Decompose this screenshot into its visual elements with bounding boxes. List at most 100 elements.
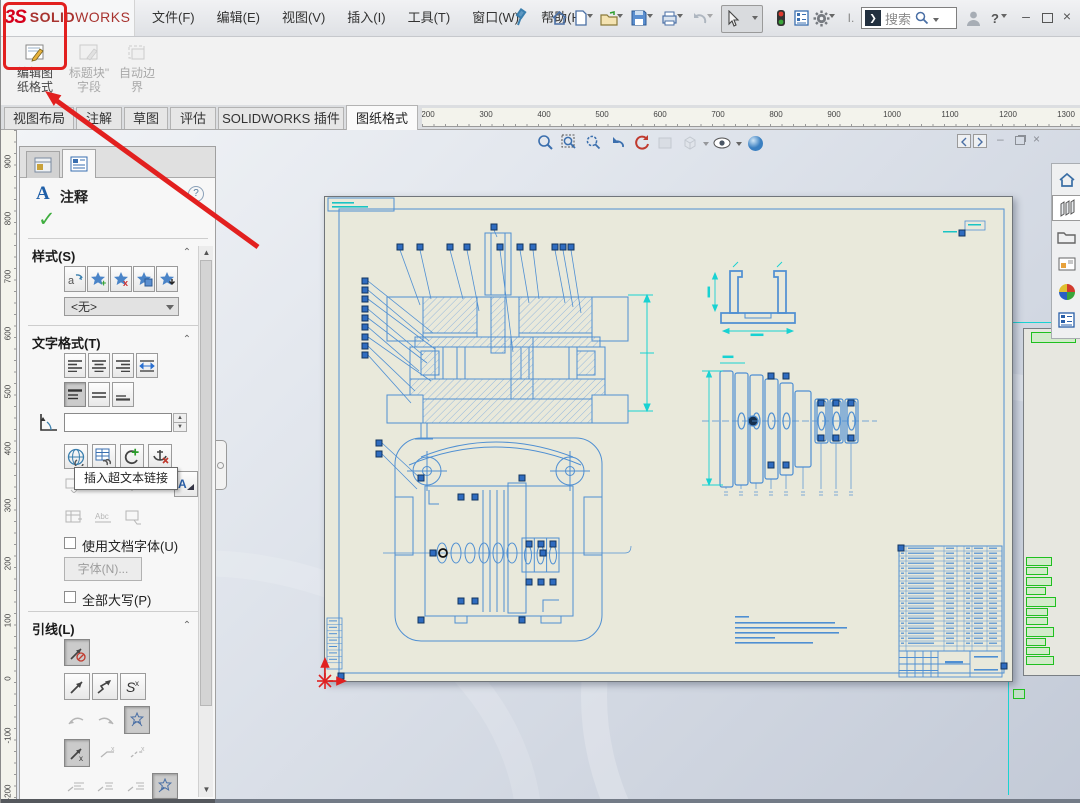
title-block-fields-button[interactable]: 标题块" 字段 [65, 42, 113, 100]
search-commands-icon[interactable]: ❯ [865, 10, 881, 26]
link-to-property-button[interactable] [92, 444, 116, 469]
leader-section-header[interactable]: 引线(L) [32, 619, 75, 638]
align-middle-button[interactable] [88, 382, 110, 407]
minimize-button[interactable]: – [1017, 8, 1035, 24]
select-dropdown[interactable] [752, 16, 758, 20]
open-document-button[interactable] [599, 7, 619, 29]
menu-item-3[interactable]: 插入(I) [336, 0, 396, 36]
leader-collapse-icon[interactable]: ⌃ [180, 620, 194, 631]
new-document-dropdown[interactable] [587, 14, 593, 18]
undo-button[interactable] [689, 7, 709, 29]
load-style-button[interactable] [156, 266, 178, 292]
doc-restore-icon[interactable] [1015, 136, 1025, 145]
leader-center-text-icon[interactable] [94, 774, 118, 798]
scrollbar-thumb[interactable] [200, 260, 212, 706]
design-library-models-icon[interactable] [1052, 195, 1080, 221]
delete-style-button[interactable]: x [110, 266, 132, 292]
straight-leader-button[interactable]: x [64, 739, 90, 767]
search-icon[interactable] [915, 11, 929, 25]
custom-properties-icon[interactable] [1053, 307, 1080, 333]
bent-leader-x-icon[interactable]: x [96, 740, 120, 764]
undo-dropdown[interactable] [707, 14, 713, 18]
hide-show-items-icon[interactable] [712, 133, 733, 154]
style-collapse-icon[interactable]: ⌃ [180, 247, 194, 258]
panel-help-icon[interactable]: ? [188, 186, 204, 202]
doc-close-icon[interactable]: × [1033, 132, 1040, 146]
save-dropdown[interactable] [647, 14, 653, 18]
tab-5[interactable]: 图纸格式 [346, 105, 418, 130]
scroll-down-icon[interactable]: ▼ [199, 783, 214, 796]
angle-spin-down[interactable]: ▼ [173, 422, 187, 432]
search-box[interactable]: ❯ 搜索 [861, 7, 957, 29]
print-button[interactable] [659, 7, 679, 29]
leader-right-text-icon[interactable] [124, 774, 148, 798]
save-style-button[interactable] [133, 266, 155, 292]
drawing-sheet[interactable] [324, 196, 1013, 682]
panel-scrollbar[interactable]: ▲ ▼ [198, 246, 213, 797]
new-document-button[interactable] [571, 7, 591, 29]
tab-2[interactable]: 草图 [124, 107, 168, 129]
menu-item-1[interactable]: 编辑(E) [206, 0, 271, 36]
feature-manager-tab[interactable] [26, 151, 60, 178]
font-button[interactable]: 字体(N)... [64, 557, 142, 581]
zoom-in-out-icon[interactable] [583, 133, 604, 154]
view-palette-icon[interactable] [1053, 251, 1080, 277]
view-orientation-dropdown[interactable] [703, 142, 709, 146]
menu-item-4[interactable]: 工具(T) [397, 0, 462, 36]
abc-spell-icon[interactable]: Abc [92, 505, 116, 529]
auto-leader-button[interactable] [124, 706, 150, 734]
maximize-button[interactable] [1042, 13, 1053, 23]
doc-next-icon[interactable] [973, 134, 987, 148]
home-tab-icon[interactable] [1053, 167, 1080, 193]
align-top-button[interactable] [64, 382, 86, 407]
format-painter-icon[interactable] [122, 505, 146, 529]
spline-leader-button[interactable]: Sx [120, 673, 146, 700]
angle-input[interactable] [64, 413, 172, 432]
tab-0[interactable]: 视图布局 [4, 107, 74, 129]
graphics-area[interactable]: 9008007006005004003002001000-100-200 – × [1, 130, 1080, 799]
section-view-icon[interactable] [655, 133, 676, 154]
all-caps-checkbox[interactable] [64, 591, 76, 603]
zoom-to-area-icon[interactable] [559, 133, 580, 154]
options-dropdown[interactable] [829, 14, 835, 18]
performance-icon[interactable] [771, 7, 791, 29]
justify-button[interactable] [136, 353, 158, 378]
align-left-button[interactable] [64, 353, 86, 378]
help-dropdown[interactable] [1001, 14, 1007, 18]
lock-anchor-button[interactable] [148, 444, 172, 469]
tab-4[interactable]: SOLIDWORKS 插件 [218, 107, 344, 129]
add-symbol-button[interactable] [120, 444, 144, 469]
property-manager-tab[interactable] [62, 149, 96, 178]
style-dropdown[interactable]: <无> [64, 297, 179, 316]
instant2d-icon[interactable]: I. [841, 7, 861, 29]
automatic-border-button[interactable]: 自动边 界 [115, 42, 159, 100]
nearest-leader-button[interactable] [152, 773, 178, 799]
appearances-icon[interactable] [1053, 279, 1080, 305]
menu-item-0[interactable]: 文件(F) [141, 0, 206, 36]
use-document-font-checkbox[interactable] [64, 537, 76, 549]
arc-leader-right-icon[interactable] [94, 708, 118, 732]
properties-icon[interactable] [791, 7, 811, 29]
arc-leader-left-icon[interactable] [64, 708, 88, 732]
underline-leader-x-icon[interactable]: x [126, 740, 150, 764]
hide-show-dropdown[interactable] [736, 142, 742, 146]
no-leader-button[interactable] [64, 639, 90, 666]
make-table-icon[interactable] [62, 505, 86, 529]
text-format-collapse-icon[interactable]: ⌃ [180, 334, 194, 345]
pin-menu-icon[interactable] [513, 8, 529, 31]
options-gear-button[interactable] [811, 7, 831, 29]
leader-left-text-icon[interactable] [64, 774, 88, 798]
tab-1[interactable]: 注解 [76, 107, 122, 129]
doc-prev-icon[interactable] [957, 134, 971, 148]
zoom-to-fit-icon[interactable] [535, 133, 556, 154]
redraw-icon[interactable] [631, 133, 652, 154]
view-orientation-icon[interactable] [679, 133, 700, 154]
align-right-button[interactable] [112, 353, 134, 378]
menu-item-2[interactable]: 视图(V) [271, 0, 336, 36]
home-button[interactable] [549, 7, 569, 29]
style-section-header[interactable]: 样式(S) [32, 246, 75, 265]
ok-button[interactable]: ✓ [38, 207, 56, 232]
tab-3[interactable]: 评估 [170, 107, 216, 129]
no-style-button[interactable]: a [64, 266, 86, 292]
open-document-dropdown[interactable] [617, 14, 623, 18]
